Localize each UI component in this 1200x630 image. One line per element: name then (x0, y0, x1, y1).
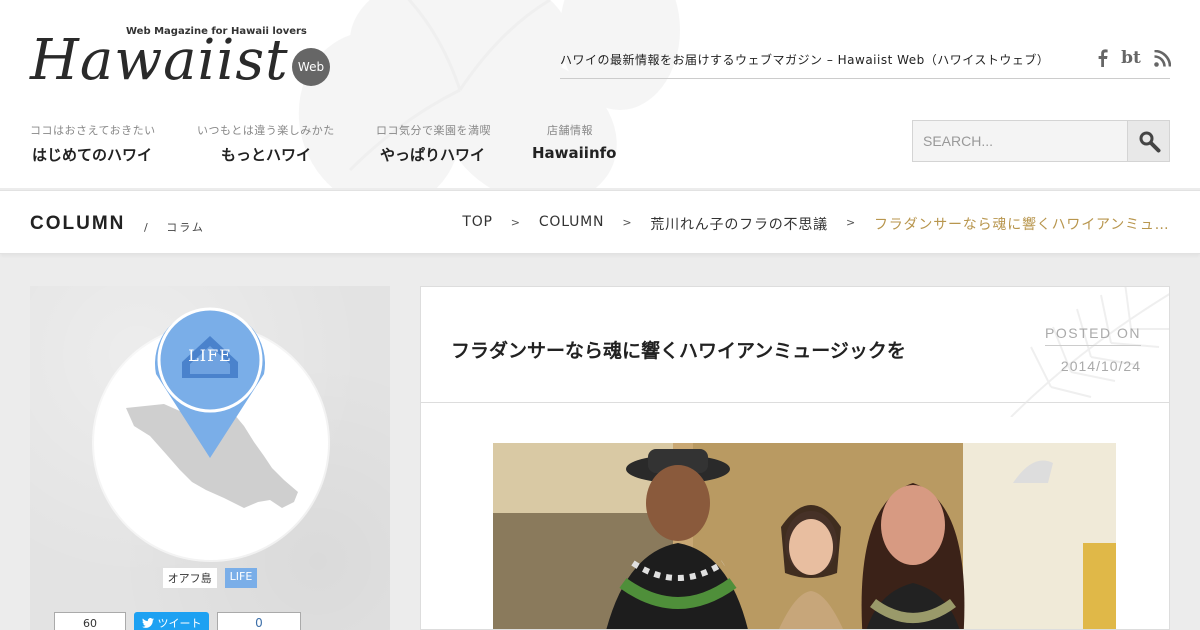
breadcrumb: TOP > COLUMN > 荒川れん子のフラの不思議 > フラダンサーなら魂に… (462, 214, 1170, 234)
breadcrumb-separator: > (510, 216, 521, 229)
nav-subtitle: ココはおさえておきたい (30, 124, 156, 137)
nav-item-hajimete[interactable]: ココはおさえておきたい はじめてのハワイ (30, 122, 156, 165)
breadcrumb-top[interactable]: TOP (462, 214, 492, 234)
nav-subtitle: ロコ気分で楽園を満喫 (376, 124, 491, 137)
article-card: フラダンサーなら魂に響くハワイアンミュージックを POSTED ON 2014/… (420, 286, 1170, 630)
tweet-button[interactable]: ツイート (134, 612, 209, 630)
facebook-icon[interactable] (1092, 48, 1112, 68)
breadcrumb-separator: > (622, 216, 633, 229)
site-logo[interactable]: Web Magazine for Hawaii lovers Hawaiist … (30, 24, 340, 94)
search-input[interactable] (913, 121, 1128, 161)
article-header: フラダンサーなら魂に響くハワイアンミュージックを POSTED ON 2014/… (421, 287, 1169, 417)
site-tagline: ハワイの最新情報をお届けするウェブマガジン – Hawaiist Web（ハワイ… (560, 53, 1050, 67)
section-title: COLUMN (30, 213, 126, 234)
section-bar: COLUMN / コラム TOP > COLUMN > 荒川れん子のフラの不思議… (0, 190, 1200, 254)
nav-subtitle: 店舗情報 (547, 124, 593, 137)
article-title: フラダンサーなら魂に響くハワイアンミュージックを (451, 340, 906, 362)
search-box (912, 120, 1170, 162)
breadcrumb-current: フラダンサーなら魂に響くハワイアンミュージックを (874, 217, 1170, 233)
bt-icon[interactable]: bt (1120, 48, 1142, 68)
tagline-divider (560, 78, 1170, 79)
nav-item-hawaiinfo[interactable]: 店舗情報 Hawaiinfo (532, 122, 616, 162)
tweet-label: ツイート (157, 617, 202, 630)
breadcrumb-column[interactable]: COLUMN (539, 214, 605, 234)
posted-on-label: POSTED ON (1045, 325, 1141, 346)
nav-item-yappari[interactable]: ロコ気分で楽園を満喫 やっぱりハワイ (376, 122, 491, 165)
article-photo (493, 443, 1116, 629)
nav-label: もっとハワイ (221, 146, 312, 164)
search-button[interactable] (1127, 121, 1169, 161)
section-subtitle: / コラム (144, 219, 205, 235)
tag-list: オアフ島 LIFE (30, 568, 390, 588)
breadcrumb-separator: > (845, 216, 856, 229)
posted-date: 2014/10/24 (1060, 358, 1141, 374)
area-tag[interactable]: オアフ島 (162, 568, 217, 588)
rss-icon[interactable] (1152, 48, 1172, 68)
breadcrumb-series[interactable]: 荒川れん子のフラの不思議 (650, 214, 828, 234)
share-count-left[interactable]: 60 (54, 612, 126, 630)
search-icon (1139, 131, 1161, 153)
nav-subtitle: いつもとは違う楽しみかた (197, 124, 335, 137)
pin-category-label: LIFE (188, 346, 232, 365)
site-header: Web Magazine for Hawaii lovers Hawaiist … (0, 0, 1200, 188)
logo-wordmark: Hawaiist (30, 28, 289, 93)
nav-label: やっぱりハワイ (380, 146, 486, 164)
category-tag[interactable]: LIFE (224, 568, 258, 588)
section-slash: / (144, 221, 150, 234)
nav-item-motto[interactable]: いつもとは違う楽しみかた もっとハワイ (197, 122, 335, 165)
oahu-map-icon (126, 307, 298, 508)
nav-label: Hawaiinfo (532, 144, 617, 162)
nav-label: はじめてのハワイ (32, 146, 153, 164)
share-count-right[interactable]: 0 (217, 612, 301, 630)
sidebar-location-card: LIFE オアフ島 LIFE 60 ツイート 0 (30, 286, 390, 630)
leaf-watermark (1010, 287, 1169, 417)
section-subtitle-text: コラム (166, 221, 205, 234)
twitter-bird-icon (141, 618, 154, 628)
logo-web-badge: Web (292, 48, 330, 86)
